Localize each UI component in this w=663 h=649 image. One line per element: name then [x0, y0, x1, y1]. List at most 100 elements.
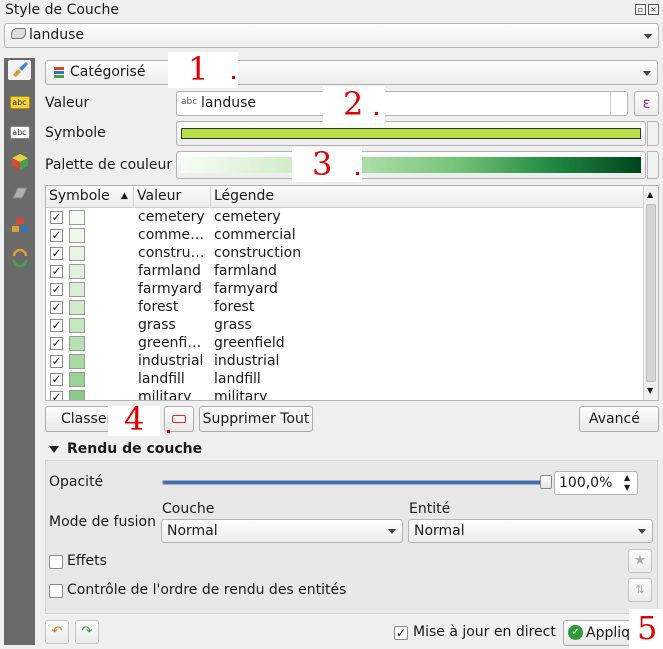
category-value: grass: [138, 317, 176, 333]
category-symbol-swatch[interactable]: [69, 210, 85, 225]
opacity-slider[interactable]: [162, 475, 552, 489]
category-legend: forest: [214, 299, 255, 315]
header-value[interactable]: Valeur: [134, 186, 211, 208]
float-icon[interactable]: ▫: [635, 4, 646, 15]
value-field-combo[interactable]: abc landuse: [176, 91, 628, 116]
undo-icon[interactable]: ↶: [45, 620, 69, 644]
scroll-thumb[interactable]: [646, 204, 656, 382]
table-scrollbar[interactable]: ▲ ▼: [643, 186, 658, 400]
category-checkbox[interactable]: ✓: [50, 319, 63, 332]
category-legend: farmyard: [214, 281, 278, 297]
sort-order-icon[interactable]: ⇅: [628, 578, 652, 602]
layer-blend-combo[interactable]: Normal: [161, 519, 403, 543]
table-row[interactable]: ✓ forest forest: [46, 298, 644, 316]
annotation-1: 1: [188, 50, 209, 88]
renderer-combo[interactable]: Catégorisé: [45, 60, 658, 85]
category-symbol-swatch[interactable]: [69, 228, 85, 243]
category-checkbox[interactable]: ✓: [50, 229, 63, 242]
table-row[interactable]: ✓ industrial industrial: [46, 352, 644, 370]
sort-up-icon: ▲: [121, 191, 128, 201]
chevron-down-icon: [638, 529, 646, 534]
ramp-menu-button[interactable]: [647, 151, 659, 179]
category-checkbox[interactable]: ✓: [50, 301, 63, 314]
delete-all-button[interactable]: Supprimer Tout: [199, 406, 313, 432]
masks-icon[interactable]: abc: [8, 122, 31, 142]
layer-name: landuse: [29, 27, 85, 43]
category-checkbox[interactable]: ✓: [50, 337, 63, 350]
category-symbol-swatch[interactable]: [69, 282, 85, 297]
table-row[interactable]: ✓ landfill landfill: [46, 370, 644, 388]
category-checkbox[interactable]: ✓: [50, 265, 63, 278]
table-row[interactable]: ✓ cemetery cemetery: [46, 208, 644, 226]
category-symbol-swatch[interactable]: [69, 390, 85, 400]
opacity-slider-handle[interactable]: [540, 475, 552, 489]
value-label: Valeur: [45, 95, 90, 111]
redo-icon[interactable]: ↷: [75, 620, 99, 644]
categories-table[interactable]: Symbole ▲ Valeur Légende ✓ cemetery cemete…: [45, 185, 659, 401]
table-row[interactable]: ✓ farmyard farmyard: [46, 280, 644, 298]
scroll-up-icon[interactable]: ▲: [647, 190, 653, 199]
layer-combo[interactable]: landuse: [4, 23, 659, 48]
labels-icon[interactable]: abc: [8, 92, 31, 112]
header-symbol[interactable]: Symbole ▲: [46, 186, 134, 208]
style-sidebar: abc abc: [4, 58, 35, 645]
star-effects-icon[interactable]: ★: [628, 549, 652, 573]
spin-up-icon[interactable]: ▲: [624, 473, 630, 482]
category-symbol-swatch[interactable]: [69, 318, 85, 333]
table-row[interactable]: ✓ comme… commercial: [46, 226, 644, 244]
live-update-label: Mise à jour en direct: [413, 624, 556, 640]
expression-button[interactable]: ε: [634, 91, 659, 116]
category-symbol-swatch[interactable]: [69, 372, 85, 387]
category-legend: greenfield: [214, 335, 285, 351]
render-order-checkbox[interactable]: [49, 584, 63, 598]
chevron-down-icon: [644, 33, 652, 39]
effects-checkbox[interactable]: [49, 555, 63, 569]
window-title: Style de Couche: [5, 2, 119, 18]
close-icon[interactable]: ×: [648, 4, 659, 15]
category-checkbox[interactable]: ✓: [50, 283, 63, 296]
3d-view-icon[interactable]: [8, 152, 31, 172]
category-symbol-swatch[interactable]: [69, 300, 85, 315]
category-legend: military: [214, 389, 268, 401]
spin-down-icon[interactable]: ▼: [624, 483, 630, 492]
category-checkbox[interactable]: ✓: [50, 391, 63, 400]
symbol-button[interactable]: [176, 121, 646, 146]
feature-blend-combo[interactable]: Normal: [408, 519, 653, 543]
paintbrush-icon[interactable]: [8, 60, 31, 80]
table-row[interactable]: ✓ farmland farmland: [46, 262, 644, 280]
category-checkbox[interactable]: ✓: [50, 355, 63, 368]
category-value: landfill: [138, 371, 185, 387]
table-row[interactable]: ✓ greenfi… greenfield: [46, 334, 644, 352]
advanced-button[interactable]: Avancé: [579, 406, 659, 432]
category-legend: industrial: [214, 353, 280, 369]
category-checkbox[interactable]: ✓: [50, 247, 63, 260]
category-legend: cemetery: [214, 209, 281, 225]
remove-category-button[interactable]: [164, 406, 194, 432]
category-symbol-swatch[interactable]: [69, 336, 85, 351]
symbol-menu-button[interactable]: [647, 121, 659, 146]
stack-layers-icon[interactable]: [8, 214, 31, 234]
category-checkbox[interactable]: ✓: [50, 211, 63, 224]
category-symbol-swatch[interactable]: [69, 354, 85, 369]
category-checkbox[interactable]: ✓: [50, 373, 63, 386]
color-ramp-preview: [181, 157, 641, 173]
polygon-layer-icon: [11, 28, 26, 39]
category-symbol-swatch[interactable]: [69, 264, 85, 279]
category-value: military: [138, 389, 192, 401]
table-row[interactable]: ✓ grass grass: [46, 316, 644, 334]
diagrams-icon[interactable]: [8, 184, 31, 204]
color-ramp-button[interactable]: [176, 151, 646, 179]
table-row[interactable]: ✓ constru… construction: [46, 244, 644, 262]
history-icon[interactable]: [8, 248, 31, 268]
layer-rendering-header[interactable]: Rendu de couche: [49, 441, 202, 457]
header-legend[interactable]: Légende: [211, 186, 645, 208]
category-value: farmyard: [138, 281, 202, 297]
annotation-3: 3: [312, 145, 333, 183]
annotation-4: 4: [124, 400, 145, 438]
category-symbol-swatch[interactable]: [69, 246, 85, 261]
value-field: landuse: [201, 95, 257, 111]
opacity-spinbox[interactable]: 100,0% ▲ ▼: [554, 471, 638, 495]
scroll-down-icon[interactable]: ▼: [647, 386, 653, 395]
check-circle-icon: ✓: [568, 625, 583, 640]
live-update-checkbox[interactable]: ✓: [394, 626, 408, 640]
